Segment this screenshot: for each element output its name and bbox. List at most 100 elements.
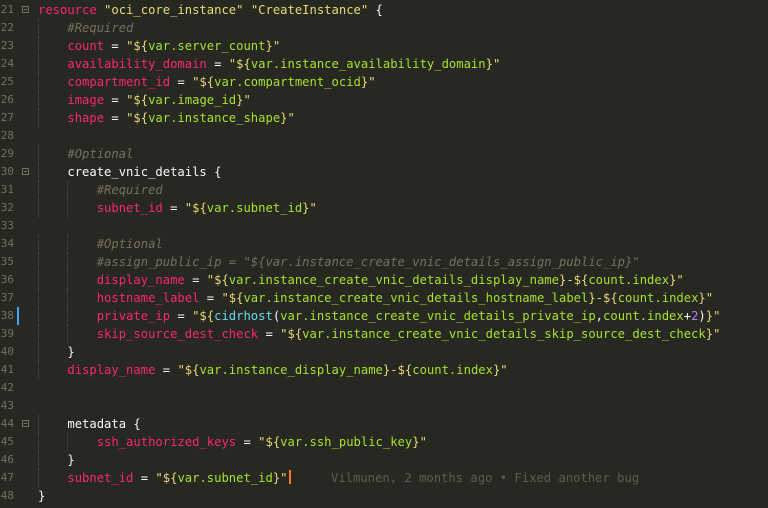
code-token: }-${ bbox=[558, 273, 589, 287]
code-text[interactable]: hostname_label = "${var.instance_create_… bbox=[38, 289, 713, 307]
code-line[interactable]: 28 bbox=[0, 127, 768, 145]
code-token: "${ bbox=[258, 435, 281, 449]
code-line[interactable]: 40 } bbox=[0, 343, 768, 361]
code-line[interactable]: 25 compartment_id = "${var.compartment_o… bbox=[0, 73, 768, 91]
code-line[interactable]: 22 #Required bbox=[0, 19, 768, 37]
code-token: var.instance_create_vnic_details_private… bbox=[280, 309, 596, 323]
code-text[interactable]: #Optional bbox=[38, 145, 133, 163]
code-line[interactable]: 36 display_name = "${var.instance_create… bbox=[0, 271, 768, 289]
line-number: 31 bbox=[0, 183, 14, 196]
code-token: var.subnet_id bbox=[206, 201, 303, 215]
code-line[interactable]: 43 bbox=[0, 397, 768, 415]
code-text[interactable]: display_name = "${var.instance_display_n… bbox=[38, 361, 507, 379]
code-line[interactable]: 37 hostname_label = "${var.instance_crea… bbox=[0, 289, 768, 307]
code-token: var.instance_create_vnic_details_hostnam… bbox=[243, 291, 589, 305]
code-line[interactable]: 41 display_name = "${var.instance_displa… bbox=[0, 361, 768, 379]
code-text[interactable]: skip_source_dest_check = "${var.instance… bbox=[38, 325, 721, 343]
code-token: "${ bbox=[206, 273, 229, 287]
code-line[interactable]: 29 #Optional bbox=[0, 145, 768, 163]
code-token: skip_source_dest_check bbox=[96, 327, 259, 341]
code-line[interactable]: 23 count = "${var.server_count}" bbox=[0, 37, 768, 55]
line-gutter: 42 bbox=[0, 379, 32, 397]
line-number: 27 bbox=[0, 111, 14, 124]
code-text[interactable]: #Required bbox=[38, 19, 133, 37]
code-text[interactable]: availability_domain = "${var.instance_av… bbox=[38, 55, 500, 73]
code-token: "oci_core_instance" bbox=[104, 3, 244, 17]
code-token: }" bbox=[412, 435, 427, 449]
code-token: #Optional bbox=[67, 147, 134, 161]
code-line[interactable]: 26 image = "${var.image_id}" bbox=[0, 91, 768, 109]
code-line[interactable]: 27 shape = "${var.instance_shape}" bbox=[0, 109, 768, 127]
code-token: var.instance_shape bbox=[148, 111, 281, 125]
code-line[interactable]: 48} bbox=[0, 487, 768, 505]
code-text[interactable]: shape = "${var.instance_shape}" bbox=[38, 109, 294, 127]
code-line[interactable]: 42 bbox=[0, 379, 768, 397]
code-line[interactable]: 30 create_vnic_details { bbox=[0, 163, 768, 181]
code-line[interactable]: 33 bbox=[0, 217, 768, 235]
code-token: = bbox=[206, 57, 229, 71]
code-line[interactable]: 45 ssh_authorized_keys = "${var.ssh_publ… bbox=[0, 433, 768, 451]
line-number: 25 bbox=[0, 75, 14, 88]
code-token: = bbox=[170, 309, 193, 323]
code-text[interactable]: display_name = "${var.instance_create_vn… bbox=[38, 271, 684, 289]
line-number: 39 bbox=[0, 327, 14, 340]
code-line[interactable]: 34 #Optional bbox=[0, 235, 768, 253]
code-token: var.instance_availability_domain bbox=[250, 57, 486, 71]
code-text[interactable]: private_ip = "${cidrhost(var.instance_cr… bbox=[38, 307, 721, 325]
fold-toggle-icon[interactable] bbox=[22, 6, 29, 13]
code-token: count.index bbox=[617, 291, 699, 305]
code-line[interactable]: 44 metadata { bbox=[0, 415, 768, 433]
code-token: shape bbox=[67, 111, 105, 125]
code-token: "${ bbox=[126, 39, 149, 53]
code-line[interactable]: 38 private_ip = "${cidrhost(var.instance… bbox=[0, 307, 768, 325]
code-text[interactable]: #Required bbox=[38, 181, 163, 199]
code-line[interactable]: 47 subnet_id = "${var.subnet_id}" Vilmune… bbox=[0, 469, 768, 487]
code-text[interactable]: } bbox=[38, 487, 45, 505]
fold-toggle-icon[interactable] bbox=[22, 420, 29, 427]
code-token: availability_domain bbox=[67, 57, 207, 71]
code-line[interactable]: 39 skip_source_dest_check = "${var.insta… bbox=[0, 325, 768, 343]
code-text[interactable]: create_vnic_details { bbox=[38, 163, 221, 181]
code-token: #Required bbox=[67, 21, 134, 35]
code-token: ) bbox=[698, 309, 706, 323]
code-text[interactable]: ssh_authorized_keys = "${var.ssh_public_… bbox=[38, 433, 427, 451]
code-line[interactable]: 32 subnet_id = "${var.subnet_id}" bbox=[0, 199, 768, 217]
code-text[interactable]: #assign_public_ip = "${var.instance_crea… bbox=[38, 253, 640, 271]
code-text[interactable]: subnet_id = "${var.subnet_id}" bbox=[38, 469, 291, 487]
code-token: = bbox=[184, 273, 207, 287]
code-text[interactable]: } bbox=[38, 343, 75, 361]
line-number: 26 bbox=[0, 93, 14, 106]
line-number: 24 bbox=[0, 57, 14, 70]
code-text[interactable]: image = "${var.image_id}" bbox=[38, 91, 250, 109]
code-text[interactable]: compartment_id = "${var.compartment_ocid… bbox=[38, 73, 375, 91]
line-number: 21 bbox=[0, 3, 14, 16]
code-editor[interactable]: 21 resource "oci_core_instance" "CreateIn… bbox=[0, 0, 768, 508]
code-text[interactable]: subnet_id = "${var.subnet_id}" bbox=[38, 199, 317, 217]
line-gutter: 28 bbox=[0, 127, 32, 145]
code-line[interactable]: 35 #assign_public_ip = "${var.instance_c… bbox=[0, 253, 768, 271]
code-line[interactable]: 24 availability_domain = "${var.instance… bbox=[0, 55, 768, 73]
line-number: 46 bbox=[0, 453, 14, 466]
line-gutter: 48 bbox=[0, 487, 32, 505]
code-token: } bbox=[38, 453, 75, 467]
code-line[interactable]: 46 } bbox=[0, 451, 768, 469]
code-token: "CreateInstance" bbox=[250, 3, 369, 17]
code-token: } bbox=[38, 345, 75, 359]
code-text[interactable]: metadata { bbox=[38, 415, 140, 433]
code-text[interactable]: #Optional bbox=[38, 235, 163, 253]
code-text[interactable]: resource "oci_core_instance" "CreateInst… bbox=[38, 1, 383, 19]
code-token: "${ bbox=[155, 471, 178, 485]
code-line[interactable]: 21 resource "oci_core_instance" "CreateIn… bbox=[0, 1, 768, 19]
code-text[interactable]: } bbox=[38, 451, 75, 469]
code-token: = bbox=[104, 93, 127, 107]
line-gutter: 22 bbox=[0, 19, 32, 37]
code-text[interactable]: count = "${var.server_count}" bbox=[38, 37, 280, 55]
line-number: 22 bbox=[0, 21, 14, 34]
code-line[interactable]: 31 #Required bbox=[0, 181, 768, 199]
fold-toggle-icon[interactable] bbox=[22, 168, 29, 175]
